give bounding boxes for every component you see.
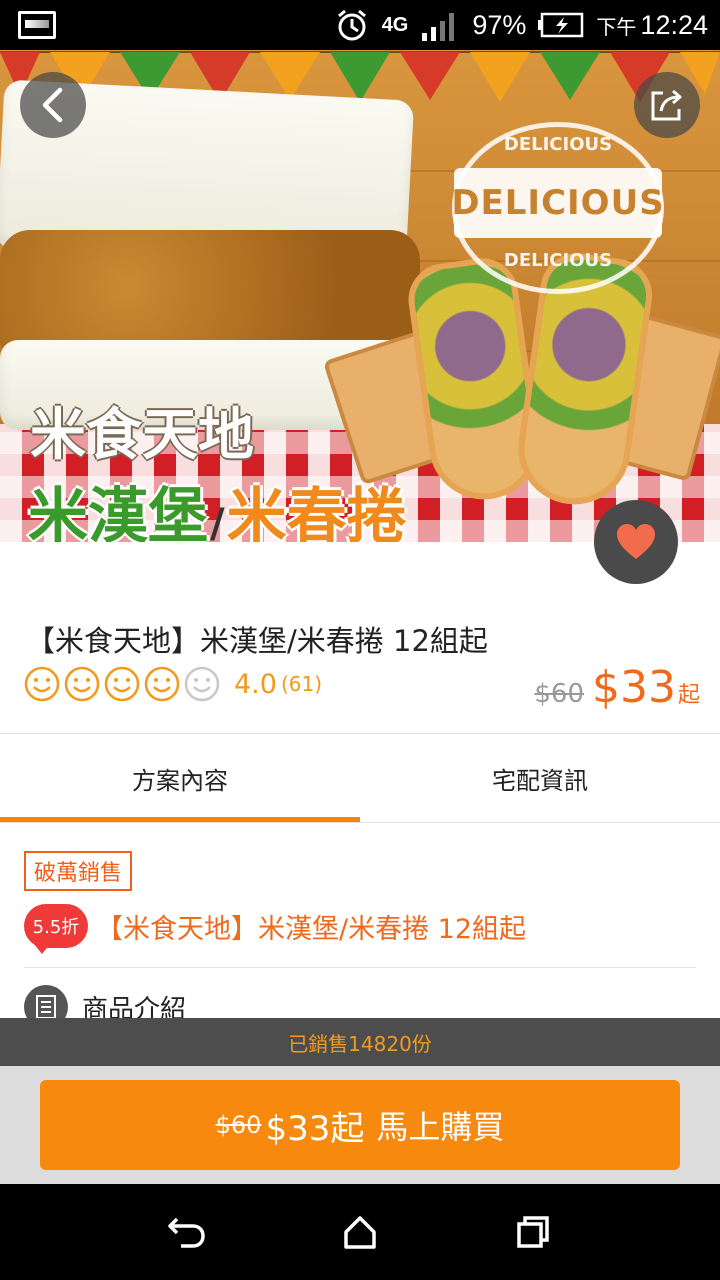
rating: 4.0 (61) (24, 666, 322, 702)
buy-original-price: $60 (215, 1111, 262, 1139)
hero-product-orange: 米春捲 (226, 482, 407, 542)
hero-image: DELICIOUS DELICIOUS DELICIOUS 米食天地 米漢堡 /… (0, 50, 720, 542)
hero-separator: / (210, 501, 225, 542)
clock: 12:24 (640, 9, 708, 40)
hero-product-green: 米漢堡 (28, 482, 208, 542)
share-button[interactable] (634, 72, 700, 138)
stamp-main-text: DELICIOUS (451, 168, 664, 238)
divider (0, 822, 720, 823)
ampm-label: 下午 (596, 16, 637, 39)
divider (24, 967, 696, 968)
signal-icon (422, 13, 455, 41)
home-icon (344, 1216, 376, 1249)
tab-label: 宅配資訊 (492, 766, 588, 795)
battery-percent: 97% (472, 9, 527, 40)
alarm-icon (337, 9, 366, 41)
rating-face-icon (104, 666, 140, 702)
battery-charging-icon (538, 12, 584, 38)
status-bar: 4G 97% 下午 12:24 (0, 0, 720, 50)
stamp-bottom-text: DELICIOUS (503, 250, 613, 271)
screen: 4G 97% 下午 12:24 DELICIOUS DELICIOUS DELI… (0, 0, 720, 1280)
system-nav-bar (0, 1184, 720, 1280)
hero-brand-text: 米食天地 (30, 403, 254, 468)
rating-face-icon (64, 666, 100, 702)
recents-icon (517, 1216, 550, 1248)
nav-home-button[interactable] (330, 1202, 390, 1262)
tab-plan-content[interactable]: 方案內容 (0, 734, 360, 822)
sale-price: $33 (592, 662, 676, 713)
stamp-top-text: DELICIOUS (503, 134, 613, 155)
rating-face-icon (24, 666, 60, 702)
tab-delivery-info[interactable]: 宅配資訊 (360, 734, 720, 822)
deal-title: 【米食天地】米漢堡/米春捲 12組起 (96, 913, 527, 945)
share-icon (651, 89, 682, 121)
chevron-left-icon (42, 87, 63, 123)
price-suffix: 起 (677, 683, 700, 708)
buy-now-button[interactable]: $60 $33起 馬上購買 (40, 1080, 680, 1170)
sales-tag: 破萬銷售 (24, 851, 133, 891)
nav-recents-button[interactable] (503, 1202, 563, 1262)
rating-face-empty-icon (184, 666, 220, 702)
back-button[interactable] (20, 72, 86, 138)
hero-product-text: 米漢堡 / 米春捲 (28, 468, 407, 542)
sold-count-bar: 已銷售14820份 (0, 1018, 720, 1066)
heart-icon (617, 524, 655, 559)
rating-count: (61) (280, 672, 323, 696)
tab-bar: 方案內容 宅配資訊 (0, 734, 720, 822)
tab-label: 方案內容 (132, 766, 228, 795)
network-type: 4G (381, 13, 409, 36)
discount-badge: 5.5折 (24, 904, 88, 954)
original-price: $60 (534, 679, 584, 709)
nav-back-button[interactable] (157, 1202, 217, 1262)
price-box: $60 $33 起 (534, 662, 700, 713)
back-nav-icon (167, 1217, 205, 1248)
deal-row[interactable]: 5.5折 【米食天地】米漢堡/米春捲 12組起 (24, 904, 527, 954)
buy-price: $33起 (265, 1108, 365, 1149)
gallery-icon (18, 11, 56, 39)
product-title: 【米食天地】米漢堡/米春捲 12組起 (26, 624, 488, 658)
favorite-button[interactable] (594, 500, 678, 584)
buy-label: 馬上購買 (376, 1108, 505, 1146)
rating-score: 4.0 (234, 668, 277, 700)
rating-face-icon (144, 666, 180, 702)
